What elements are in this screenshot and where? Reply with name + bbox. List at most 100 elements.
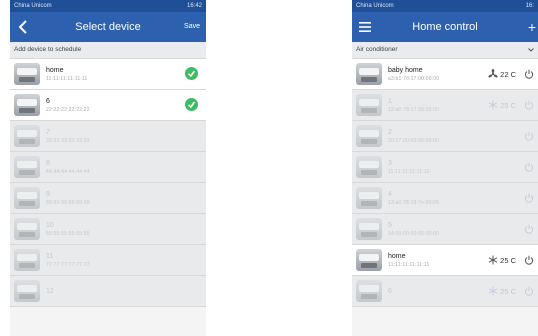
device-info: 1 12:a0:78:17:00:00:00 <box>388 97 488 114</box>
device-info: 5 14:00:00:00:00:00:00 <box>388 221 524 238</box>
device-address: 12:a0:78:17:00:00:00 <box>388 106 440 113</box>
device-info: 6 22:22:22:22:22:22 <box>46 97 206 114</box>
device-info: 7 33:33:33:33:33:33 <box>46 128 206 145</box>
device-thumbnail <box>14 94 40 116</box>
device-list: home 11:11:11:11:11:11 6 22:22:22:22:22:22 7… <box>10 59 206 307</box>
power-button[interactable] <box>524 100 534 110</box>
device-thumbnail <box>14 218 40 240</box>
device-row[interactable]: home 11:11:11:11:11:11 <box>10 59 206 90</box>
device-info: 12 <box>46 287 206 296</box>
power-icon <box>524 69 534 79</box>
status-bar: China Unicom 16: <box>352 0 538 12</box>
device-row[interactable]: 1 12:a0:78:17:00:00:00 25 C <box>352 90 538 121</box>
device-thumbnail <box>356 125 382 147</box>
power-button[interactable] <box>524 131 534 141</box>
power-icon <box>524 193 534 203</box>
device-row[interactable]: 4 13:a0:78:19:7e:90:05 <box>352 183 538 214</box>
device-info: 3 11:11:11:11:11:11 <box>388 159 524 176</box>
home-control-screen: China Unicom 16: Home control + Air cond… <box>352 0 538 336</box>
device-address: 14:00:00:00:00:00:00 <box>388 230 440 237</box>
power-button[interactable] <box>524 193 534 203</box>
device-row[interactable]: 9 99:99:99:99:99:99 <box>10 183 206 214</box>
device-info: 9 99:99:99:99:99:99 <box>46 190 206 207</box>
power-icon <box>524 255 534 265</box>
temperature-value: 25 C <box>500 100 516 110</box>
device-row[interactable]: 3 11:11:11:11:11:11 <box>352 152 538 183</box>
device-thumbnail <box>14 63 40 85</box>
device-name: baby home <box>388 66 423 74</box>
title-bar: Select device Save <box>10 12 206 42</box>
back-button[interactable] <box>10 12 36 42</box>
device-address: 33:33:33:33:33:33 <box>46 137 90 144</box>
power-icon <box>524 100 534 110</box>
power-button[interactable] <box>524 162 534 172</box>
device-info: 8 44:44:44:44:44:44 <box>46 159 206 176</box>
carrier-label: China Unicom <box>356 3 394 9</box>
device-name: 11 <box>46 252 54 260</box>
snowflake-icon <box>488 255 498 265</box>
checkmark-icon[interactable] <box>185 67 198 80</box>
device-info: 10 55:55:55:55:55:55 <box>46 221 206 238</box>
device-row[interactable]: 6 22:22:22:22:22:22 <box>10 90 206 121</box>
power-button[interactable] <box>524 224 534 234</box>
device-thumbnail <box>356 280 382 302</box>
device-row[interactable]: 8 44:44:44:44:44:44 <box>10 152 206 183</box>
device-row[interactable]: 7 33:33:33:33:33:33 <box>10 121 206 152</box>
device-name: home <box>388 252 406 260</box>
device-row[interactable]: baby home a3:b1:78:17:00:00:00 22 C <box>352 59 538 90</box>
device-address: a3:b1:78:17:00:00:00 <box>388 75 440 82</box>
device-thumbnail <box>356 187 382 209</box>
device-name: home <box>46 66 64 74</box>
category-label: Air conditioner <box>356 46 398 53</box>
add-button[interactable]: + <box>528 12 536 42</box>
device-thumbnail <box>14 187 40 209</box>
save-button[interactable]: Save <box>184 12 200 42</box>
power-icon <box>524 162 534 172</box>
device-thumbnail <box>356 156 382 178</box>
device-thumbnail <box>14 125 40 147</box>
power-button[interactable] <box>524 255 534 265</box>
select-device-screen: China Unicom 16:42 Select device Save Ad… <box>10 0 206 336</box>
menu-button[interactable] <box>352 12 378 42</box>
device-address: 44:44:44:44:44:44 <box>46 168 90 175</box>
device-address: 22:22:22:22:22:22 <box>46 106 90 113</box>
temperature-display: 25 C <box>488 255 516 265</box>
device-thumbnail <box>356 249 382 271</box>
device-row[interactable]: 6 25 C <box>352 276 538 307</box>
device-address: 99:99:99:99:99:99 <box>46 199 90 206</box>
status-bar: China Unicom 16:42 <box>10 0 206 12</box>
power-button[interactable] <box>524 286 534 296</box>
device-row[interactable]: 10 55:55:55:55:55:55 <box>10 214 206 245</box>
page-title: Select device <box>75 21 141 33</box>
power-button[interactable] <box>524 69 534 79</box>
device-row[interactable]: home 11:11:11:11:11:11 25 C <box>352 245 538 276</box>
check-icon <box>187 101 196 109</box>
page-title: Home control <box>412 21 478 33</box>
device-name: 9 <box>46 190 50 198</box>
device-thumbnail <box>356 218 382 240</box>
temperature-display: 22 C <box>488 69 516 79</box>
category-selector[interactable]: Air conditioner <box>352 42 538 59</box>
device-row[interactable]: 12 <box>10 276 206 307</box>
device-address: 11:11:11:11:11:11 <box>388 168 430 175</box>
device-name: 8 <box>46 159 50 167</box>
device-name: 10 <box>46 221 54 229</box>
device-info: 6 <box>388 287 488 296</box>
power-icon <box>524 131 534 141</box>
device-row[interactable]: 5 14:00:00:00:00:00:00 <box>352 214 538 245</box>
clock: 16:42 <box>186 3 202 9</box>
device-thumbnail <box>356 63 382 85</box>
device-name: 4 <box>388 190 392 198</box>
device-row[interactable]: 2 20:27:00:00:00:00:00 <box>352 121 538 152</box>
fan-icon <box>488 69 498 78</box>
device-name: 5 <box>388 221 392 229</box>
clock: 16: <box>525 3 534 9</box>
device-name: 3 <box>388 159 392 167</box>
device-address: 11:11:11:11:11:11 <box>388 261 430 268</box>
device-info: 4 13:a0:78:19:7e:90:05 <box>388 190 524 207</box>
title-bar: Home control + <box>352 12 538 42</box>
checkmark-icon[interactable] <box>185 98 198 111</box>
device-thumbnail <box>14 280 40 302</box>
device-row[interactable]: 11 77:77:77:77:77:77 <box>10 245 206 276</box>
device-address: 55:55:55:55:55:55 <box>46 230 90 237</box>
